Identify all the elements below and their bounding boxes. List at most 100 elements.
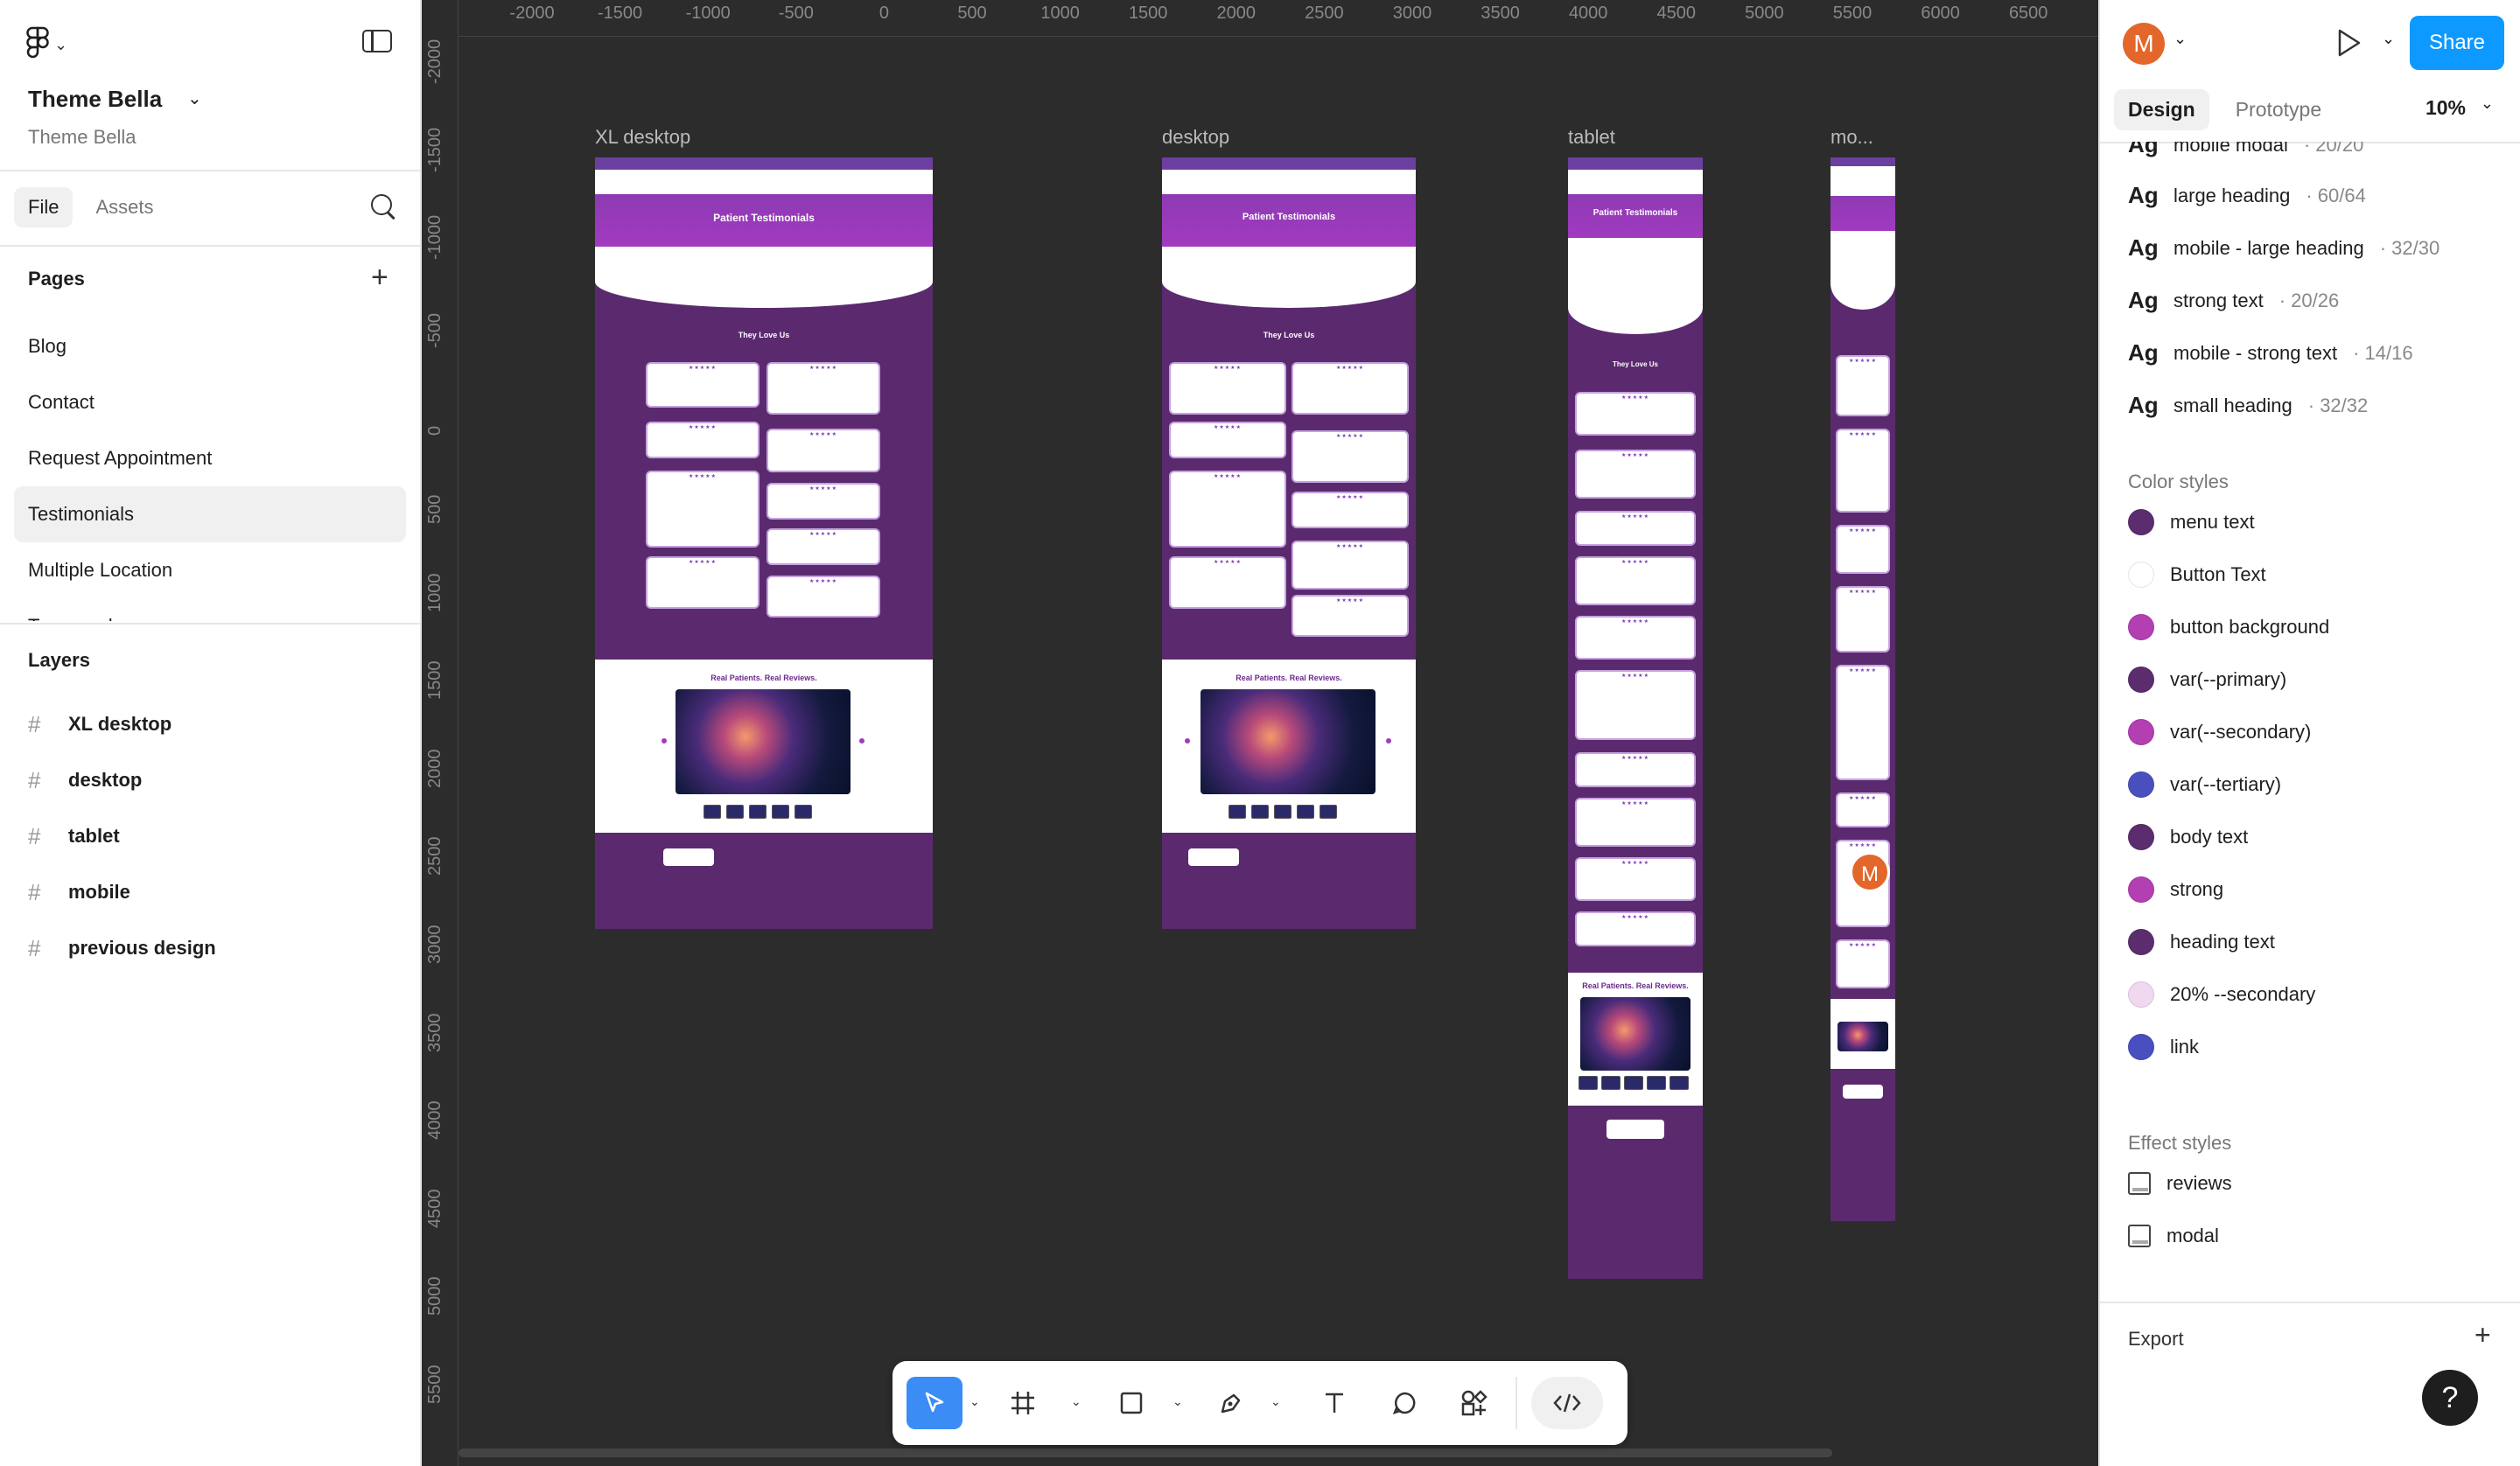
frame-desktop[interactable]: Patient Testimonials They Love Us Real P… (1162, 157, 1416, 929)
ruler-tick-label: 500 (425, 494, 444, 524)
color-style-name: button background (2170, 616, 2330, 638)
layer-item-xl-desktop[interactable]: # XL desktop (28, 696, 216, 752)
frame-mobile[interactable] (1830, 157, 1895, 1221)
add-export-plus-icon[interactable]: + (2474, 1321, 2491, 1349)
text-style-icon: Ag (2128, 339, 2159, 366)
shape-tool-button[interactable] (1110, 1377, 1153, 1429)
color-style-item[interactable]: var(--secondary) (2128, 719, 2311, 745)
ruler-left: -2000 -1500 -1000 -500 0 500 1000 1500 2000 2500 3… (422, 0, 458, 1466)
text-style-name: mobile modal (2174, 142, 2288, 156)
text-style-name: mobile - large heading (2174, 236, 2364, 259)
move-tool-button[interactable] (906, 1377, 962, 1429)
layer-item-desktop[interactable]: # desktop (28, 752, 216, 808)
text-style-meta: · 60/64 (2306, 184, 2366, 206)
tab-file[interactable]: File (14, 187, 74, 227)
color-style-item[interactable]: heading text (2128, 929, 2275, 955)
canvas[interactable]: XL desktop Patient Testimonials They Lov… (458, 37, 2098, 1466)
layer-item-mobile[interactable]: # mobile (28, 864, 216, 920)
color-style-item[interactable]: Button Text (2128, 562, 2266, 588)
add-page-plus-icon[interactable]: + (371, 262, 388, 292)
text-style-meta: · 20/26 (2278, 289, 2340, 311)
export-heading: Export (2128, 1328, 2184, 1350)
page-item-testimonials[interactable]: Testimonials (14, 486, 406, 542)
pages-heading: Pages (28, 268, 85, 290)
text-style-item[interactable]: Ag mobile - strong text · 14/16 (2128, 339, 2413, 366)
ruler-tick-label: 6500 (2008, 3, 2048, 23)
color-style-item[interactable]: strong (2128, 876, 2223, 903)
frame-label-xl-desktop[interactable]: XL desktop (595, 126, 690, 149)
search-icon[interactable] (371, 194, 397, 220)
ruler-tick-label: 500 (957, 3, 987, 23)
page-item-request-appointment[interactable]: Request Appointment (14, 430, 406, 486)
project-name[interactable]: Theme Bella (28, 86, 162, 113)
project-menu-chevron-icon[interactable]: ⌄ (187, 87, 202, 109)
tab-assets[interactable]: Assets (81, 187, 167, 227)
effect-style-item-modal[interactable]: modal (2128, 1225, 2219, 1247)
frame-tool-button[interactable] (1001, 1377, 1045, 1429)
section-title: They Love Us (738, 331, 790, 339)
color-style-name: menu text (2170, 511, 2255, 533)
ruler-tick-label: -1500 (425, 127, 444, 172)
color-swatch-icon (2128, 509, 2154, 535)
color-style-item[interactable]: var(--primary) (2128, 667, 2286, 693)
zoom-level[interactable]: 10% (2426, 96, 2466, 120)
page-item-typography[interactable]: Typography (14, 598, 406, 621)
present-play-icon[interactable] (2336, 28, 2361, 58)
color-style-item[interactable]: button background (2128, 614, 2329, 640)
chevron-down-icon[interactable]: ⌄ (2174, 30, 2187, 48)
frame-label-tablet[interactable]: tablet (1568, 126, 1615, 149)
chevron-down-icon[interactable]: ⌄ (2382, 30, 2395, 48)
layer-item-tablet[interactable]: # tablet (28, 808, 216, 864)
frame-tablet[interactable]: Patient Testimonials They Love Us Real P… (1568, 157, 1703, 1279)
help-button[interactable]: ? (2422, 1370, 2478, 1426)
actions-tool-button[interactable] (1452, 1377, 1496, 1429)
frame-xl-desktop[interactable]: Patient Testimonials They Love Us Real P… (595, 157, 933, 929)
frame-hash-icon: # (28, 822, 41, 849)
frame-hash-icon: # (28, 710, 41, 737)
color-style-item[interactable]: link (2128, 1034, 2199, 1060)
chevron-down-icon[interactable]: ⌄ (970, 1394, 980, 1409)
drop-shadow-icon (2128, 1172, 2151, 1195)
text-style-item[interactable]: Ag large heading · 60/64 (2128, 182, 2366, 209)
sidebar-toggle-icon[interactable] (362, 30, 392, 52)
horizontal-scrollbar[interactable] (458, 1449, 1832, 1457)
text-style-name: small heading (2174, 394, 2292, 416)
comment-tool-button[interactable] (1382, 1377, 1426, 1429)
divider (2100, 1302, 2520, 1303)
chevron-down-icon[interactable]: ⌄ (1270, 1394, 1281, 1409)
text-tool-button[interactable] (1312, 1377, 1356, 1429)
color-style-name: 20% --secondary (2170, 983, 2316, 1005)
user-avatar[interactable]: M (2123, 23, 2165, 65)
left-panel: ⌄ Theme Bella ⌄ Theme Bella File Assets … (0, 0, 422, 1466)
divider (0, 245, 422, 247)
dev-mode-toggle[interactable] (1531, 1377, 1603, 1429)
page-item-multiple-location[interactable]: Multiple Location (14, 542, 406, 598)
ruler-tick-label: -500 (778, 3, 814, 23)
main-menu-button[interactable]: ⌄ (26, 26, 67, 64)
frame-label-desktop[interactable]: desktop (1162, 126, 1229, 149)
tab-design[interactable]: Design (2114, 89, 2209, 130)
page-item-contact[interactable]: Contact (14, 374, 406, 430)
frame-label-mobile[interactable]: mo... (1830, 126, 1873, 149)
effect-style-item-reviews[interactable]: reviews (2128, 1172, 2232, 1195)
color-style-item[interactable]: 20% --secondary (2128, 981, 2315, 1008)
share-button[interactable]: Share (2410, 16, 2504, 70)
text-style-item[interactable]: Ag mobile - large heading · 32/30 (2128, 234, 2440, 262)
frame-hash-icon (1012, 1392, 1034, 1414)
text-style-item[interactable]: Ag mobile modal · 20/20 (2128, 142, 2363, 158)
tab-prototype[interactable]: Prototype (2222, 89, 2335, 130)
color-style-item[interactable]: menu text (2128, 509, 2255, 535)
text-style-item[interactable]: Ag strong text · 20/26 (2128, 287, 2339, 314)
page-item-blog[interactable]: Blog (14, 318, 406, 374)
layer-item-previous-design[interactable]: # previous design (28, 920, 216, 976)
color-style-item[interactable]: var(--tertiary) (2128, 771, 2281, 798)
chevron-down-icon[interactable]: ⌄ (1172, 1394, 1183, 1409)
collaborator-cursor-avatar[interactable]: M (1850, 852, 1890, 892)
layer-label: previous design (68, 937, 216, 959)
chevron-down-icon[interactable]: ⌄ (2481, 94, 2494, 113)
pen-tool-button[interactable] (1209, 1377, 1253, 1429)
color-style-item[interactable]: body text (2128, 824, 2248, 850)
text-style-item[interactable]: Ag small heading · 32/32 (2128, 392, 2368, 419)
chevron-down-icon[interactable]: ⌄ (1071, 1394, 1082, 1409)
color-style-name: link (2170, 1036, 2200, 1058)
